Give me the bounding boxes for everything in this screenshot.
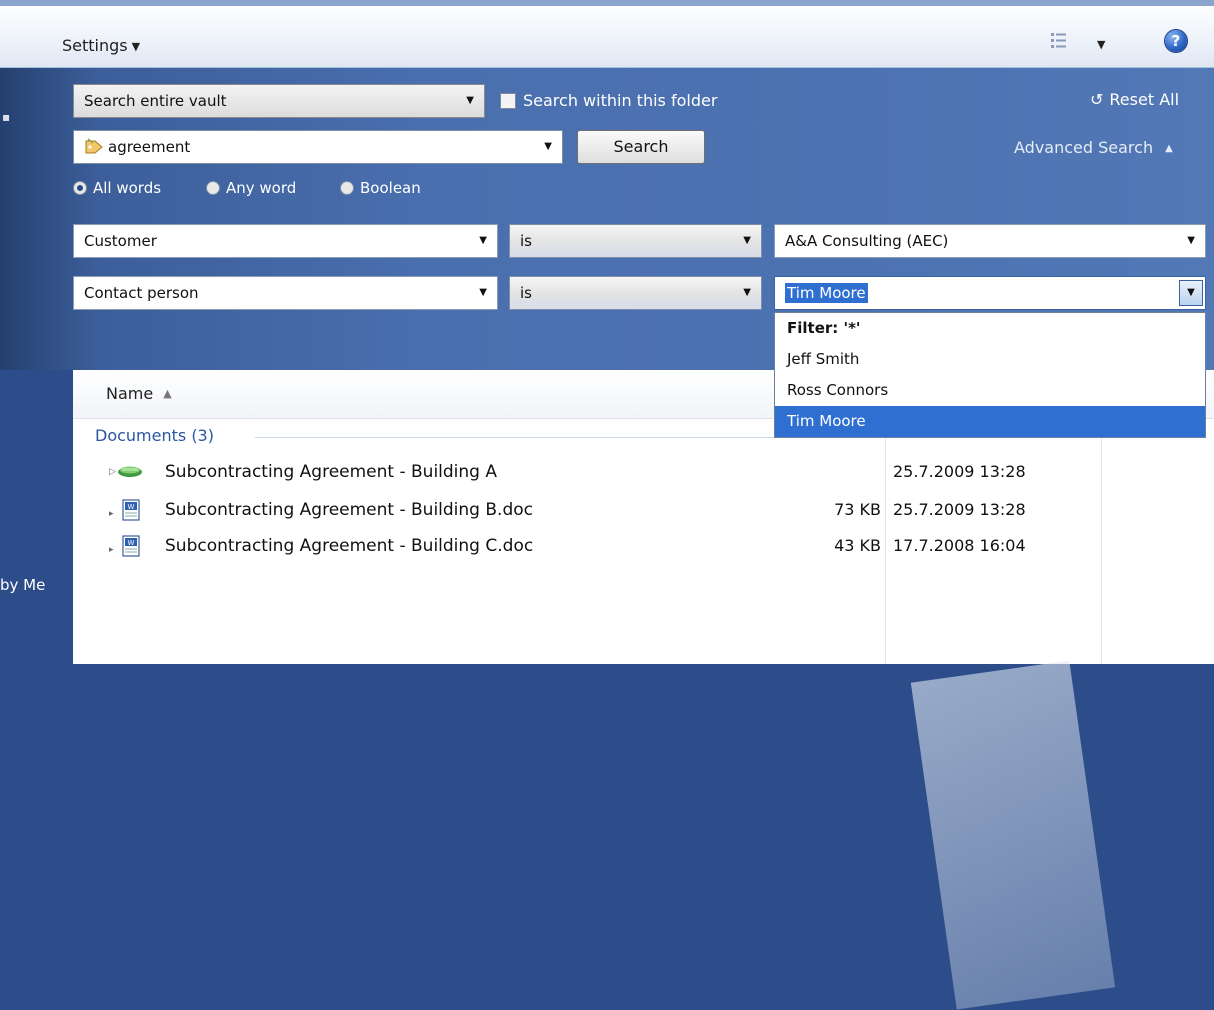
row-name: Subcontracting Agreement - Building C.do… (165, 536, 534, 556)
dropdown-option-jeff-smith[interactable]: Jeff Smith (775, 344, 1205, 375)
condition-operator-dropdown[interactable]: is ▼ (509, 276, 762, 310)
row-date: 17.7.2008 16:04 (893, 536, 1026, 555)
tag-icon (85, 138, 103, 154)
table-row[interactable]: ▸ W Subcontracting Agreement - Building … (73, 492, 1214, 528)
radio-all-words[interactable]: All words (73, 179, 161, 197)
dropdown-option-ross-connors[interactable]: Ross Connors (775, 375, 1205, 406)
reset-all-link[interactable]: ↺ Reset All (1090, 90, 1179, 109)
settings-menu[interactable]: Settings ▼ (62, 36, 140, 55)
search-within-folder-label: Search within this folder (523, 91, 718, 110)
condition-operator-value: is (520, 232, 532, 250)
row-name: Subcontracting Agreement - Building B.do… (165, 500, 533, 520)
chevron-down-icon: ▼ (544, 141, 552, 152)
sort-ascending-icon: ▲ (163, 387, 172, 400)
condition-operator-value: is (520, 284, 532, 302)
radio-boolean[interactable]: Boolean (340, 179, 421, 197)
advanced-search-label: Advanced Search (1014, 138, 1154, 157)
group-header[interactable]: Documents (3) (95, 426, 214, 445)
svg-text:W: W (128, 503, 135, 511)
view-chevron-down-icon[interactable]: ▼ (1097, 38, 1105, 51)
row-date: 25.7.2009 13:28 (893, 500, 1026, 519)
radio-all-words-label: All words (93, 179, 162, 197)
column-name-header[interactable]: Name ▲ (106, 384, 172, 403)
condition-property-value: Contact person (84, 284, 199, 302)
search-button[interactable]: Search (577, 130, 705, 164)
row-date: 25.7.2009 13:28 (893, 462, 1026, 481)
reset-icon: ↺ (1090, 90, 1104, 109)
row-name: Subcontracting Agreement - Building A (165, 462, 498, 482)
group-divider (255, 437, 775, 438)
chevron-down-icon: ▼ (131, 40, 141, 53)
condition-value-dropdown[interactable]: A&A Consulting (AEC) ▼ (774, 224, 1206, 258)
chevron-down-icon: ▼ (479, 235, 487, 246)
table-row[interactable]: ▸ W Subcontracting Agreement - Building … (73, 528, 1214, 564)
help-icon[interactable]: ? (1165, 30, 1187, 52)
radio-unselected-icon (206, 181, 220, 195)
contact-person-dropdown-list: Filter: '*' Jeff Smith Ross Connors Tim … (774, 312, 1206, 438)
search-query-input[interactable]: agreement ▼ (73, 130, 563, 164)
chevron-down-icon[interactable]: ▼ (1179, 280, 1203, 306)
chevron-down-icon: ▼ (479, 287, 487, 298)
svg-text:W: W (128, 539, 135, 547)
word-document-icon: W (122, 535, 140, 557)
radio-any-word-label: Any word (226, 179, 297, 197)
radio-unselected-icon (340, 181, 354, 195)
column-name-label: Name (106, 384, 154, 403)
search-button-label: Search (613, 137, 669, 156)
condition-property-dropdown[interactable]: Customer ▼ (73, 224, 498, 258)
condition-value: A&A Consulting (AEC) (785, 232, 949, 250)
row-size: 43 KB (834, 536, 881, 555)
radio-any-word[interactable]: Any word (206, 179, 296, 197)
word-document-icon: W (122, 499, 140, 521)
chevron-down-icon: ▼ (743, 235, 751, 246)
chevron-down-icon: ▼ (1187, 235, 1195, 246)
radio-boolean-label: Boolean (360, 179, 421, 197)
document-collection-icon (118, 466, 142, 477)
search-scope-dropdown[interactable]: Search entire vault ▼ (73, 84, 485, 118)
dropdown-filter-label: Filter: '*' (787, 319, 861, 337)
side-marker: ▪ (2, 110, 11, 124)
expand-arrow-icon[interactable]: ▸ (109, 532, 114, 568)
condition-property-value: Customer (84, 232, 157, 250)
chevron-down-icon: ▼ (466, 95, 474, 106)
row-size: 73 KB (834, 500, 881, 519)
sidebar-item-by-me[interactable]: by Me (0, 576, 45, 594)
chevron-down-icon: ▼ (743, 287, 751, 298)
radio-selected-icon (73, 181, 87, 195)
search-within-folder-checkbox[interactable] (500, 93, 516, 109)
advanced-search-toggle[interactable]: Advanced Search ▲ (1014, 138, 1173, 157)
condition-operator-dropdown[interactable]: is ▼ (509, 224, 762, 258)
expand-arrow-icon[interactable]: ▷ (109, 454, 116, 490)
dropdown-option-tim-moore[interactable]: Tim Moore (775, 406, 1205, 437)
watermark-document-graphic (910, 660, 1116, 1010)
settings-label: Settings (62, 36, 128, 55)
top-toolbar: Settings ▼ ▼ ? (0, 0, 1214, 68)
condition-value-dropdown[interactable]: Tim Moore ▼ (774, 276, 1206, 310)
search-query-value: agreement (108, 138, 191, 156)
condition-value-selected: Tim Moore (785, 283, 868, 303)
chevron-up-icon: ▲ (1165, 143, 1173, 154)
expand-arrow-icon[interactable]: ▸ (109, 496, 114, 532)
view-options-icon[interactable] (1050, 32, 1068, 50)
search-scope-value: Search entire vault (84, 92, 227, 110)
table-row[interactable]: ▷ Subcontracting Agreement - Building A … (73, 454, 1214, 490)
reset-all-label: Reset All (1109, 90, 1180, 109)
condition-property-dropdown[interactable]: Contact person ▼ (73, 276, 498, 310)
